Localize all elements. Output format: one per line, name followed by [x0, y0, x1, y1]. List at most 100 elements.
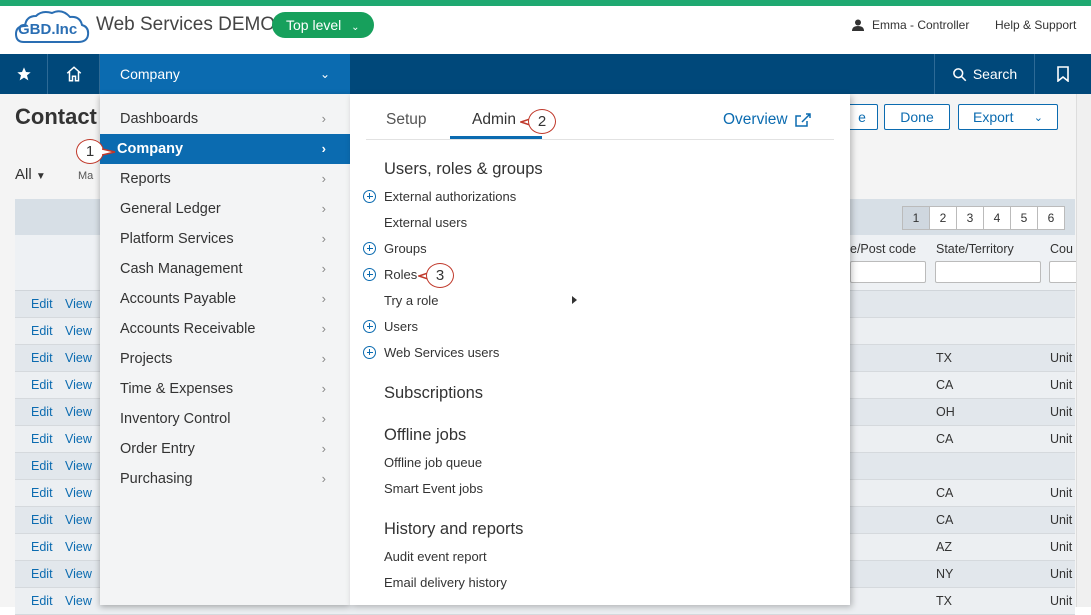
- callout-1: 1: [76, 139, 116, 164]
- menu-link-web-services-users[interactable]: Web Services users: [384, 345, 499, 360]
- country-filter-input[interactable]: [1049, 261, 1079, 283]
- overview-link[interactable]: Overview: [723, 111, 812, 129]
- view-link[interactable]: View: [65, 567, 92, 581]
- edit-link[interactable]: Edit: [31, 567, 53, 581]
- edit-link[interactable]: Edit: [31, 351, 53, 365]
- country-cell: Unit: [1050, 378, 1073, 392]
- user-menu[interactable]: Emma - Controller: [852, 18, 969, 32]
- menu-item-cash-management[interactable]: Cash Management ›: [100, 254, 350, 284]
- logo-text: GBD.Inc: [18, 21, 78, 38]
- chevron-right-icon: ›: [321, 471, 326, 486]
- view-link[interactable]: View: [65, 405, 92, 419]
- home-button[interactable]: [48, 54, 100, 94]
- view-link[interactable]: View: [65, 513, 92, 527]
- export-button[interactable]: Export ⌄: [958, 104, 1058, 130]
- edit-link[interactable]: Edit: [31, 486, 53, 500]
- edit-link[interactable]: Edit: [31, 432, 53, 446]
- page-button[interactable]: 6: [1037, 206, 1065, 230]
- view-link[interactable]: View: [65, 486, 92, 500]
- help-support-link[interactable]: Help & Support: [995, 18, 1076, 32]
- menu-item-platform-services[interactable]: Platform Services ›: [100, 224, 350, 254]
- view-link[interactable]: View: [65, 297, 92, 311]
- edit-link[interactable]: Edit: [31, 297, 53, 311]
- view-link[interactable]: View: [65, 594, 92, 608]
- menu-link-roles[interactable]: Roles: [384, 267, 417, 282]
- chevron-down-icon: ⌄: [351, 22, 360, 33]
- caret-right-icon: [572, 296, 577, 304]
- menu-link-users[interactable]: Users: [384, 319, 418, 334]
- column-header-country[interactable]: Cou: [1050, 242, 1073, 256]
- menu-item-general-ledger[interactable]: General Ledger ›: [100, 194, 350, 224]
- search-button[interactable]: Search: [934, 54, 1034, 94]
- menu-link-external-authorizations[interactable]: External authorizations: [384, 189, 516, 204]
- menu-link-groups[interactable]: Groups: [384, 241, 427, 256]
- add-external-authorization-icon[interactable]: [363, 190, 376, 203]
- edit-link[interactable]: Edit: [31, 513, 53, 527]
- menu-link-offline-job-queue[interactable]: Offline job queue: [384, 455, 482, 470]
- edit-link[interactable]: Edit: [31, 540, 53, 554]
- column-header-state[interactable]: State/Territory: [936, 242, 1014, 256]
- chevron-right-icon: ›: [321, 321, 326, 336]
- column-header-postcode[interactable]: e/Post code: [850, 242, 916, 256]
- menu-item-accounts-payable[interactable]: Accounts Payable ›: [100, 284, 350, 314]
- entity-level-selector[interactable]: Top level ⌄: [272, 12, 374, 38]
- company-logo[interactable]: GBD.Inc: [14, 8, 90, 48]
- view-link[interactable]: View: [65, 432, 92, 446]
- state-filter-input[interactable]: [935, 261, 1041, 283]
- view-filter-dropdown[interactable]: All ▼: [15, 166, 46, 183]
- view-link[interactable]: View: [65, 378, 92, 392]
- view-link[interactable]: View: [65, 459, 92, 473]
- partial-button[interactable]: e: [846, 104, 878, 130]
- callout-number: 2: [528, 109, 556, 134]
- section-subscriptions[interactable]: Subscriptions: [384, 384, 483, 403]
- view-link[interactable]: View: [65, 351, 92, 365]
- country-cell: Unit: [1050, 513, 1073, 527]
- view-link[interactable]: View: [65, 324, 92, 338]
- menu-link-smart-event-jobs[interactable]: Smart Event jobs: [384, 481, 483, 496]
- page-button[interactable]: 4: [983, 206, 1011, 230]
- add-role-icon[interactable]: [363, 268, 376, 281]
- menu-item-order-entry[interactable]: Order Entry ›: [100, 434, 350, 464]
- add-group-icon[interactable]: [363, 242, 376, 255]
- menu-link-audit-event-report[interactable]: Audit event report: [384, 549, 487, 564]
- menu-item-label: Accounts Payable: [120, 291, 237, 307]
- application-menu: Dashboards › Company › Reports › General Le…: [100, 94, 350, 605]
- menu-link-email-delivery-history[interactable]: Email delivery history: [384, 575, 507, 590]
- menu-item-label: Purchasing: [120, 471, 193, 487]
- page-button[interactable]: 1: [902, 206, 930, 230]
- add-user-icon[interactable]: [363, 320, 376, 333]
- menu-item-purchasing[interactable]: Purchasing ›: [100, 464, 350, 494]
- edit-link[interactable]: Edit: [31, 378, 53, 392]
- edit-link[interactable]: Edit: [31, 459, 53, 473]
- menu-item-inventory-control[interactable]: Inventory Control ›: [100, 404, 350, 434]
- menu-item-accounts-receivable[interactable]: Accounts Receivable ›: [100, 314, 350, 344]
- tab-setup[interactable]: Setup: [386, 111, 427, 129]
- menu-item-dashboards[interactable]: Dashboards ›: [100, 104, 350, 134]
- edit-link[interactable]: Edit: [31, 594, 53, 608]
- star-icon: [16, 67, 31, 81]
- nav-company-menu[interactable]: Company ⌄: [100, 54, 350, 94]
- favorites-button[interactable]: [0, 54, 48, 94]
- chevron-right-icon: ›: [321, 291, 326, 306]
- edit-link[interactable]: Edit: [31, 324, 53, 338]
- menu-link-try-a-role[interactable]: Try a role: [384, 293, 438, 308]
- done-button[interactable]: Done: [884, 104, 950, 130]
- page-button[interactable]: 2: [929, 206, 957, 230]
- add-web-services-user-icon[interactable]: [363, 346, 376, 359]
- menu-item-time-expenses[interactable]: Time & Expenses ›: [100, 374, 350, 404]
- menu-item-projects[interactable]: Projects ›: [100, 344, 350, 374]
- page-scrollbar[interactable]: [1076, 94, 1091, 607]
- postcode-filter-input[interactable]: [850, 261, 926, 283]
- menu-item-company[interactable]: Company ›: [100, 134, 350, 164]
- country-cell: Unit: [1050, 567, 1073, 581]
- tab-admin[interactable]: Admin: [472, 111, 516, 129]
- menu-item-reports[interactable]: Reports ›: [100, 164, 350, 194]
- menu-link-external-users[interactable]: External users: [384, 215, 467, 230]
- page-button[interactable]: 5: [1010, 206, 1038, 230]
- section-offline-jobs: Offline jobs: [384, 426, 467, 444]
- callout-2: 2: [520, 109, 556, 134]
- edit-link[interactable]: Edit: [31, 405, 53, 419]
- bookmark-button[interactable]: [1034, 54, 1091, 94]
- view-link[interactable]: View: [65, 540, 92, 554]
- page-button[interactable]: 3: [956, 206, 984, 230]
